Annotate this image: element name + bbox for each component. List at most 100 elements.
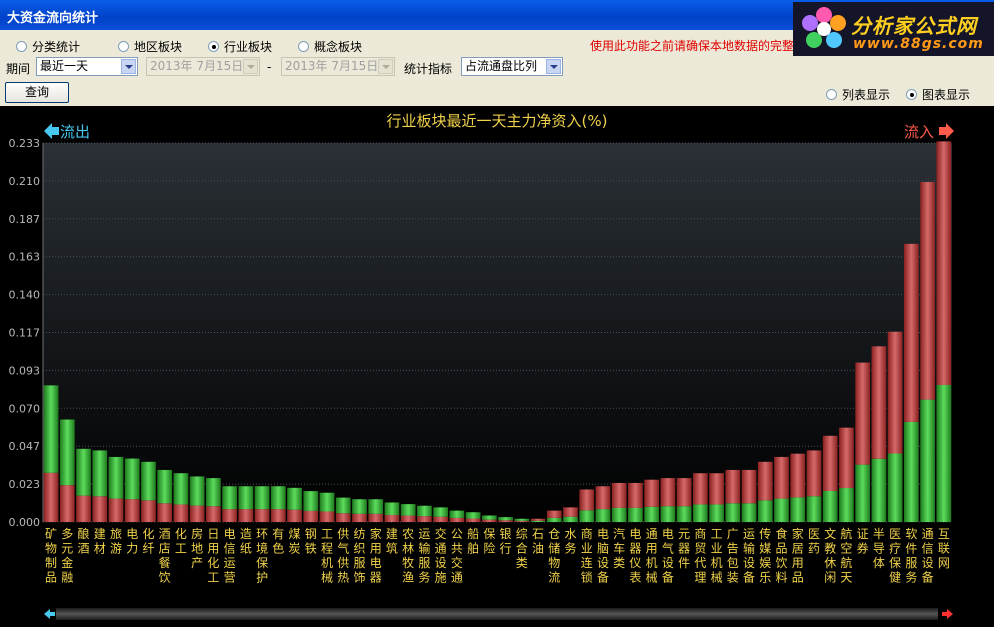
x-tick-label: 电器仪表 [629,527,641,585]
bar-钢铁 [303,491,319,522]
bar-segment-outflow [920,399,935,522]
x-tick-label: 多元金融 [61,527,73,585]
x-tick-label: 仓储物流 [548,527,560,585]
x-tick-label: 商业连锁 [581,526,593,585]
bar-segment-outflow [173,473,189,505]
bar-segment-inflow [579,489,595,511]
bar-segment-inflow [433,516,449,522]
x-tick-label: 证券 [857,527,869,556]
bar-segment-outflow [774,498,789,522]
radio-category-industry[interactable]: 行业板块 [208,38,272,55]
period-value: 最近一天 [40,59,89,73]
bar-segment-outflow [352,499,367,514]
radio-category-concept[interactable]: 概念板块 [298,38,362,55]
x-tick-label: 煤炭 [289,527,301,556]
y-tick-label: 0.047 [9,440,41,453]
x-tick-label: 食品饮料 [776,526,788,585]
query-button[interactable]: 查询 [5,82,69,103]
bar-segment-outflow [157,469,173,504]
chevron-down-icon [546,59,561,74]
bar-segment-outflow [206,478,221,507]
radio-label: 图表显示 [922,88,971,102]
bar-电信运营 [222,486,237,522]
warning-message: 使用此功能之前请确保本地数据的完整 [590,39,795,53]
x-tick-label: 综合类 [516,527,528,570]
bar-化纤 [141,461,156,522]
bar-segment-outflow [887,453,903,522]
bar-广告包装 [725,469,741,522]
bar-segment-outflow [319,492,335,512]
bar-segment-inflow [644,479,660,507]
bar-元器件 [676,478,692,522]
bar-建筑 [384,502,400,522]
bar-segment-outflow [108,456,124,499]
bar-segment-inflow [498,520,513,522]
bar-电力 [124,458,140,522]
bar-segment-outflow [692,504,708,522]
bar-segment-inflow [189,505,205,522]
bar-纺织服饰 [352,499,367,522]
x-tick-label: 建材 [94,527,106,556]
bar-segment-outflow [124,458,140,500]
radio-chart-display[interactable]: 图表显示 [906,86,970,103]
bar-建材 [92,450,108,522]
radio-list-display[interactable]: 列表显示 [826,86,890,103]
bar-segment-outflow [189,476,205,506]
radio-label: 行业板块 [224,40,273,54]
bar-segment-inflow [546,510,562,518]
radio-label: 分类统计 [32,40,81,54]
outflow-label: 流出 [60,123,90,141]
horizontal-scrollbar[interactable] [56,608,938,620]
bar-医药 [806,450,822,522]
bar-综合类 [514,518,530,522]
y-tick-label: 0.023 [9,478,41,491]
bar-石油 [530,518,546,522]
x-tick-label: 电脑设备 [597,527,609,585]
y-tick-label: 0.187 [9,213,41,226]
x-tick-label: 商贸代理 [694,526,706,585]
x-tick-label: 通用机械 [646,527,658,585]
bar-segment-inflow [514,520,530,522]
bar-segment-inflow [43,472,59,522]
y-tick-label: 0.093 [9,364,41,377]
bar-仓储物流 [546,510,562,522]
bar-造纸 [238,486,254,522]
x-tick-label: 电力 [126,527,138,556]
bar-供气供热 [335,497,351,522]
bar-家居用品 [790,453,806,522]
bar-segment-inflow [335,513,351,522]
y-tick-label: 0.233 [9,137,41,150]
bar-segment-outflow [368,499,384,514]
bar-保险 [481,515,497,522]
bar-segment-outflow [904,421,919,522]
bar-segment-inflow [206,506,221,522]
radio-circle [118,41,129,52]
bar-segment-inflow [417,516,432,522]
bar-半导体 [871,346,887,522]
inflow-chart: 0.233 0.210 0.187 0.163 0.140 0.117 0.093 0.070… [0,106,994,624]
x-tick-label: 保险 [483,527,495,556]
period-select[interactable]: 最近一天 [36,57,138,76]
x-tick-label: 半导体 [873,527,885,570]
bar-segment-inflow [481,519,497,522]
x-tick-label: 供气供热 [337,527,349,585]
period-label: 期间 [6,62,31,76]
bar-segment-outflow [530,520,546,522]
bar-segment-inflow [904,243,919,422]
x-tick-label: 造纸 [240,527,252,556]
bar-电气设备 [660,478,676,522]
bar-电脑设备 [595,486,611,522]
bar-segment-inflow [774,456,789,499]
x-tick-label: 元器件 [678,527,690,570]
x-tick-label: 钢铁 [305,527,317,556]
x-tick-label: 家用电器 [370,526,382,585]
indicator-select[interactable]: 占流通盘比列 [461,57,563,76]
bar-segment-outflow [628,507,643,522]
radio-category-region[interactable]: 地区板块 [118,38,182,55]
bar-segment-outflow [287,487,302,510]
radio-category-classify[interactable]: 分类统计 [16,38,80,55]
x-tick-label: 矿物制品 [45,527,57,585]
bar-segment-outflow [790,497,806,522]
x-tick-label: 环境保护 [256,527,268,585]
bar-segment-inflow [400,515,416,522]
